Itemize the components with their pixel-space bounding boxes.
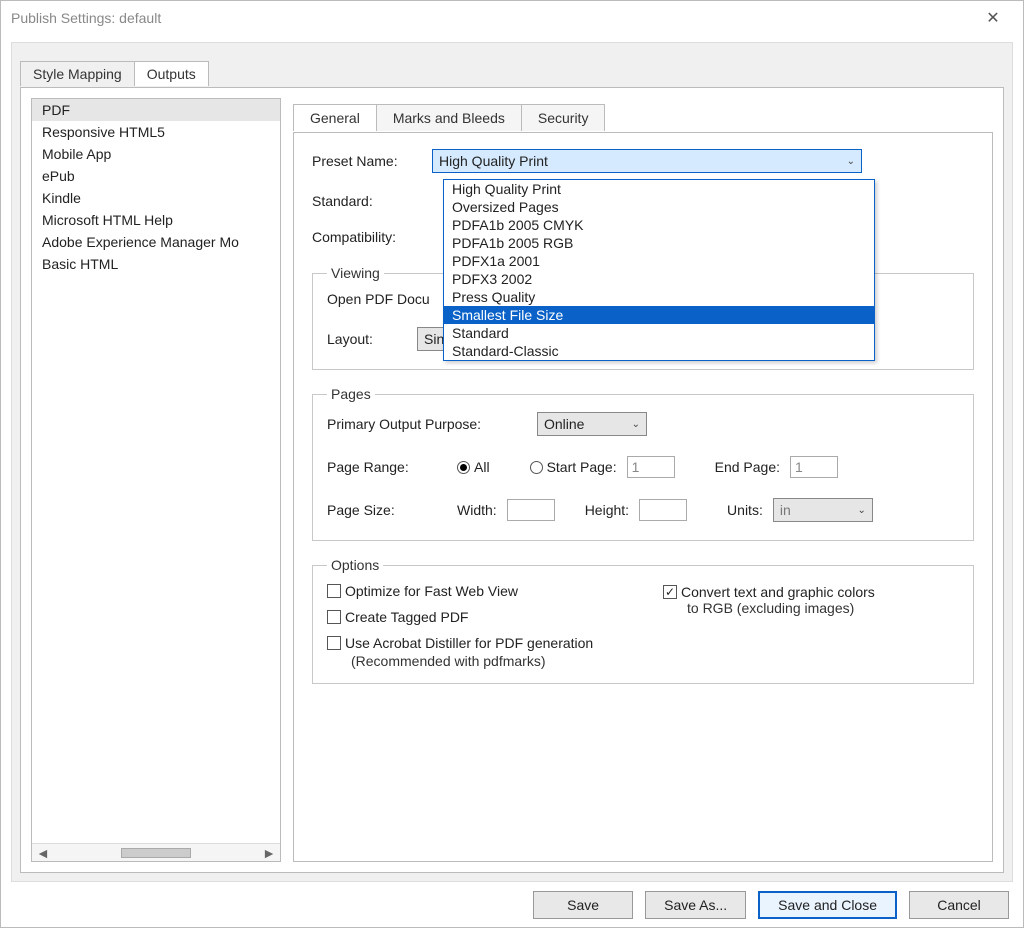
options-col-left: Optimize for Fast Web View Create Tagged… bbox=[327, 583, 623, 669]
tab-outputs[interactable]: Outputs bbox=[134, 61, 209, 86]
purpose-combo[interactable]: Online ⌄ bbox=[537, 412, 647, 436]
purpose-label: Primary Output Purpose: bbox=[327, 416, 527, 432]
page-size-label: Page Size: bbox=[327, 502, 447, 518]
button-bar: Save Save As... Save and Close Cancel bbox=[1, 882, 1023, 927]
list-item[interactable]: Microsoft HTML Help bbox=[32, 209, 280, 231]
preset-value: High Quality Print bbox=[439, 153, 548, 169]
height-input[interactable] bbox=[639, 499, 687, 521]
range-label: Page Range: bbox=[327, 459, 447, 475]
list-item[interactable]: Adobe Experience Manager Mo bbox=[32, 231, 280, 253]
list-scrollbar[interactable]: ◄ ► bbox=[32, 843, 280, 861]
range-all-radio[interactable]: All bbox=[457, 459, 490, 475]
preset-option[interactable]: Press Quality bbox=[444, 288, 874, 306]
client-area: Style Mapping Outputs PDF Responsive HTM… bbox=[1, 34, 1023, 882]
list-item[interactable]: PDF bbox=[32, 99, 280, 121]
save-button[interactable]: Save bbox=[533, 891, 633, 919]
tab-security[interactable]: Security bbox=[521, 104, 606, 131]
options-grid: Optimize for Fast Web View Create Tagged… bbox=[327, 583, 959, 669]
preset-option[interactable]: Smallest File Size bbox=[444, 306, 874, 324]
general-upper: Preset Name: High Quality Print ⌄ High Q… bbox=[312, 149, 974, 245]
dialog-window: Publish Settings: default ✕ Style Mappin… bbox=[0, 0, 1024, 928]
scroll-left-icon[interactable]: ◄ bbox=[36, 845, 50, 861]
start-page-input[interactable] bbox=[627, 456, 675, 478]
preset-option[interactable]: High Quality Print bbox=[444, 180, 874, 198]
open-pdf-truncated-label: Open PDF Docu bbox=[327, 291, 430, 307]
row-page-size: Page Size: Width: Height: Units: in bbox=[327, 498, 959, 522]
close-icon[interactable]: ✕ bbox=[973, 8, 1013, 28]
group-options: Options Optimize for Fast Web View Creat… bbox=[312, 557, 974, 684]
check-convert-wrap: Convert text and graphic colors to RGB (… bbox=[663, 583, 959, 616]
units-value: in bbox=[780, 502, 791, 518]
scroll-thumb[interactable] bbox=[121, 848, 191, 858]
general-panel: Preset Name: High Quality Print ⌄ High Q… bbox=[293, 132, 993, 862]
check-distiller-wrap: Use Acrobat Distiller for PDF generation… bbox=[327, 635, 623, 669]
preset-option[interactable]: PDFX1a 2001 bbox=[444, 252, 874, 270]
chevron-down-icon: ⌄ bbox=[632, 419, 640, 430]
options-col-right: Convert text and graphic colors to RGB (… bbox=[663, 583, 959, 669]
list-item[interactable]: Responsive HTML5 bbox=[32, 121, 280, 143]
row-purpose: Primary Output Purpose: Online ⌄ bbox=[327, 412, 959, 436]
purpose-value: Online bbox=[544, 416, 584, 432]
list-item[interactable]: Kindle bbox=[32, 187, 280, 209]
cancel-button[interactable]: Cancel bbox=[909, 891, 1009, 919]
save-and-close-button[interactable]: Save and Close bbox=[758, 891, 897, 919]
check-convert-rgb[interactable]: Convert text and graphic colors bbox=[663, 584, 875, 600]
standard-label: Standard: bbox=[312, 193, 422, 209]
units-combo[interactable]: in ⌄ bbox=[773, 498, 873, 522]
preset-combo[interactable]: High Quality Print ⌄ bbox=[432, 149, 862, 173]
row-preset: Preset Name: High Quality Print ⌄ bbox=[312, 149, 974, 173]
check-distiller[interactable]: Use Acrobat Distiller for PDF generation bbox=[327, 635, 593, 651]
sub-tab-strip: General Marks and Bleeds Security bbox=[293, 104, 605, 131]
layout-label: Layout: bbox=[327, 331, 407, 347]
viewing-legend: Viewing bbox=[327, 265, 384, 281]
row-page-range: Page Range: All Start Page: End Page: bbox=[327, 456, 959, 478]
outputs-items: PDF Responsive HTML5 Mobile App ePub Kin… bbox=[32, 99, 280, 843]
top-tab-strip: Style Mapping Outputs bbox=[20, 61, 209, 86]
list-item[interactable]: Basic HTML bbox=[32, 253, 280, 275]
check-fast-web[interactable]: Optimize for Fast Web View bbox=[327, 583, 623, 599]
preset-option[interactable]: Oversized Pages bbox=[444, 198, 874, 216]
preset-dropdown[interactable]: High Quality Print Oversized Pages PDFA1… bbox=[443, 179, 875, 361]
convert-sub: to RGB (excluding images) bbox=[687, 600, 959, 616]
tab-general[interactable]: General bbox=[293, 104, 377, 131]
group-pages: Pages Primary Output Purpose: Online ⌄ P… bbox=[312, 386, 974, 541]
height-label: Height: bbox=[585, 502, 629, 518]
check-tagged-pdf[interactable]: Create Tagged PDF bbox=[327, 609, 623, 625]
range-start-radio[interactable]: Start Page: bbox=[530, 459, 617, 475]
preset-label: Preset Name: bbox=[312, 153, 422, 169]
end-page-input[interactable] bbox=[790, 456, 838, 478]
right-panel: General Marks and Bleeds Security Preset… bbox=[293, 98, 993, 862]
compatibility-label: Compatibility: bbox=[312, 229, 422, 245]
tab-style-mapping[interactable]: Style Mapping bbox=[20, 61, 135, 86]
outer-panel: Style Mapping Outputs PDF Responsive HTM… bbox=[11, 42, 1013, 882]
outputs-body: PDF Responsive HTML5 Mobile App ePub Kin… bbox=[20, 87, 1004, 873]
tab-marks-bleeds[interactable]: Marks and Bleeds bbox=[376, 104, 522, 131]
list-item[interactable]: ePub bbox=[32, 165, 280, 187]
save-as-button[interactable]: Save As... bbox=[645, 891, 746, 919]
chevron-down-icon: ⌄ bbox=[847, 156, 855, 167]
outputs-list[interactable]: PDF Responsive HTML5 Mobile App ePub Kin… bbox=[31, 98, 281, 862]
preset-option[interactable]: Standard-Classic bbox=[444, 342, 874, 360]
width-label: Width: bbox=[457, 502, 497, 518]
width-input[interactable] bbox=[507, 499, 555, 521]
titlebar: Publish Settings: default ✕ bbox=[1, 1, 1023, 34]
chevron-down-icon: ⌄ bbox=[857, 505, 865, 516]
units-label: Units: bbox=[727, 502, 763, 518]
window-title: Publish Settings: default bbox=[11, 10, 161, 26]
preset-option[interactable]: PDFA1b 2005 CMYK bbox=[444, 216, 874, 234]
distiller-sub: (Recommended with pdfmarks) bbox=[351, 653, 623, 669]
options-legend: Options bbox=[327, 557, 383, 573]
scroll-right-icon[interactable]: ► bbox=[262, 845, 276, 861]
end-page-label: End Page: bbox=[715, 459, 780, 475]
preset-option[interactable]: Standard bbox=[444, 324, 874, 342]
preset-option[interactable]: PDFA1b 2005 RGB bbox=[444, 234, 874, 252]
preset-option[interactable]: PDFX3 2002 bbox=[444, 270, 874, 288]
pages-legend: Pages bbox=[327, 386, 375, 402]
list-item[interactable]: Mobile App bbox=[32, 143, 280, 165]
